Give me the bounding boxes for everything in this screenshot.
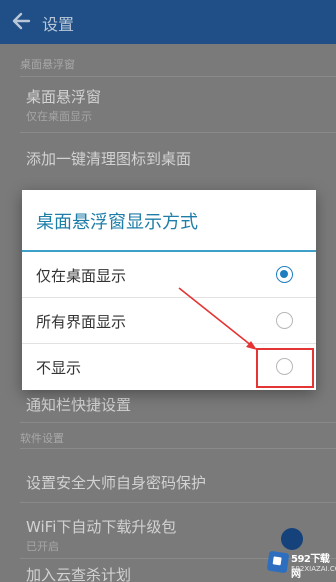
option-label: 不显示 bbox=[36, 359, 82, 377]
divider bbox=[20, 76, 336, 77]
setting-float-window-subtitle: 仅在桌面显示 bbox=[26, 110, 92, 123]
section-header-float: 桌面悬浮窗 bbox=[20, 58, 75, 71]
radio-checked-icon[interactable] bbox=[276, 266, 293, 283]
back-arrow-icon[interactable] bbox=[10, 10, 32, 32]
divider bbox=[20, 448, 336, 449]
annotation-highlight-box bbox=[256, 348, 314, 388]
option-label: 仅在桌面显示 bbox=[36, 267, 127, 285]
setting-float-window-title[interactable]: 桌面悬浮窗 bbox=[26, 86, 101, 107]
setting-join-cloud[interactable]: 加入云查杀计划 bbox=[26, 564, 131, 582]
cube-logo-icon bbox=[266, 550, 290, 574]
setting-wifi-update-title[interactable]: WiFi下自动下载升级包 bbox=[26, 516, 176, 537]
setting-security-password[interactable]: 设置安全大师自身密码保护 bbox=[26, 472, 206, 493]
setting-wifi-update-subtitle: 已开启 bbox=[26, 540, 59, 553]
setting-notification-shortcut[interactable]: 通知栏快捷设置 bbox=[26, 394, 131, 415]
dialog-title: 桌面悬浮窗显示方式 bbox=[36, 212, 198, 233]
watermark-url: 592XIAZAI.COM bbox=[291, 565, 336, 573]
wifi-update-toggle[interactable] bbox=[281, 528, 303, 550]
option-desktop-only[interactable]: 仅在桌面显示 bbox=[22, 252, 316, 298]
option-label: 所有界面显示 bbox=[36, 313, 127, 331]
divider bbox=[20, 422, 336, 423]
option-all-screens[interactable]: 所有界面显示 bbox=[22, 298, 316, 344]
app-bar: 设置 bbox=[0, 0, 336, 44]
section-header-software: 软件设置 bbox=[20, 432, 64, 445]
radio-unchecked-icon[interactable] bbox=[276, 312, 293, 329]
divider bbox=[20, 132, 336, 133]
page-title: 设置 bbox=[42, 15, 75, 34]
setting-add-shortcut[interactable]: 添加一键清理图标到桌面 bbox=[26, 148, 191, 169]
watermark-logo: 592下载网 592XIAZAI.COM bbox=[266, 548, 336, 580]
divider bbox=[20, 502, 336, 503]
